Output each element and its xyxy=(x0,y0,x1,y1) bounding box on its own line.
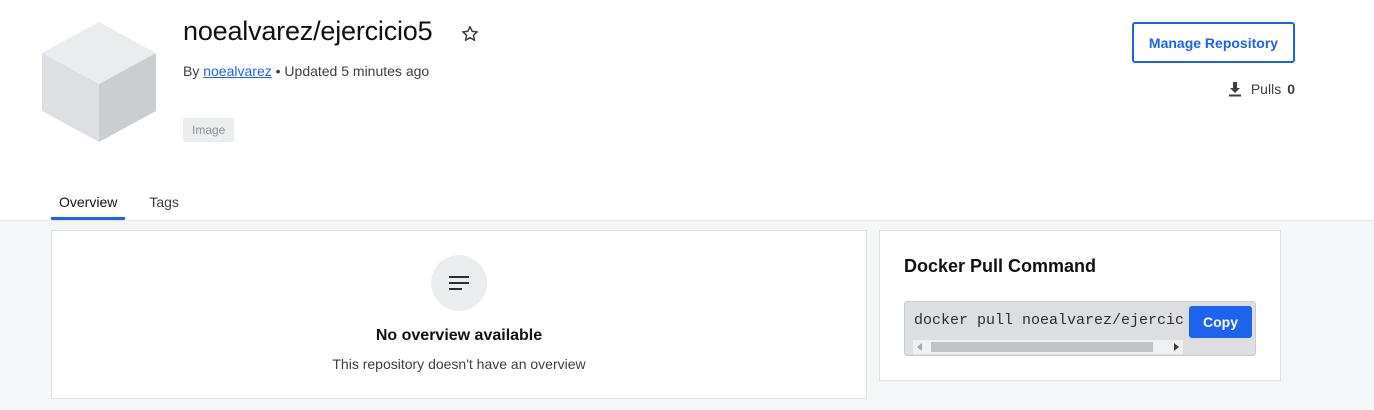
manage-repository-button[interactable]: Manage Repository xyxy=(1132,22,1295,63)
copy-button[interactable]: Copy xyxy=(1189,306,1252,338)
owner-link[interactable]: noealvarez xyxy=(203,63,272,79)
horizontal-scrollbar[interactable] xyxy=(913,340,1183,354)
type-badge: Image xyxy=(183,118,235,142)
updated-text: • Updated 5 minutes ago xyxy=(275,63,430,79)
cube-icon xyxy=(42,22,156,142)
by-label: By xyxy=(183,63,200,79)
scroll-right-arrow-icon[interactable] xyxy=(1169,340,1183,354)
tab-bar: Overview Tags xyxy=(51,185,203,221)
overview-card: No overview available This repository do… xyxy=(51,230,867,399)
tab-tags[interactable]: Tags xyxy=(141,185,187,221)
download-icon xyxy=(1228,82,1241,97)
pulls-stat: Pulls 0 xyxy=(1227,79,1295,99)
scroll-left-arrow-icon[interactable] xyxy=(913,340,927,354)
scrollbar-thumb[interactable] xyxy=(931,342,1153,352)
page-title: noealvarez/ejercicio5 xyxy=(183,16,433,46)
repo-header: noealvarez/ejercicio5 By noealvarez • Up… xyxy=(0,0,1374,221)
pull-command-box: docker pull noealvarez/ejercicio5 Copy xyxy=(904,301,1256,356)
repo-meta: By noealvarez • Updated 5 minutes ago xyxy=(183,63,429,79)
tab-overview[interactable]: Overview xyxy=(51,185,126,221)
text-lines-icon xyxy=(431,255,487,311)
star-outline-icon[interactable] xyxy=(460,24,480,44)
pull-command-text[interactable]: docker pull noealvarez/ejercicio5 xyxy=(914,312,1184,329)
overview-empty-subtitle: This repository doesn't have an overview xyxy=(332,356,586,372)
pulls-count: 0 xyxy=(1287,81,1295,97)
overview-empty-title: No overview available xyxy=(375,327,543,344)
pulls-label: Pulls xyxy=(1250,81,1282,97)
pull-command-card: Docker Pull Command docker pull noealvar… xyxy=(879,230,1281,381)
pull-command-title: Docker Pull Command xyxy=(904,256,1097,276)
